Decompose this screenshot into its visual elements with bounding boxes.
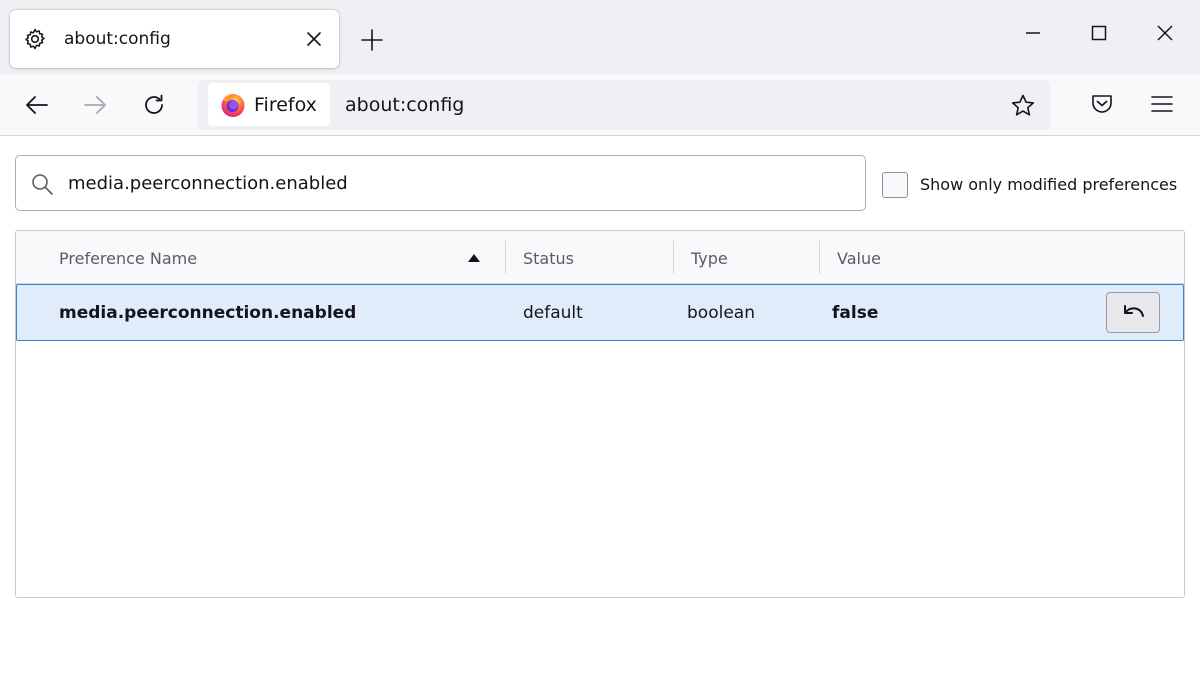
forward-arrow-icon[interactable] bbox=[81, 91, 109, 119]
column-header-value[interactable]: Value bbox=[837, 249, 881, 268]
column-separator[interactable] bbox=[673, 241, 674, 274]
tab-title: about:config bbox=[64, 29, 171, 49]
reload-icon[interactable] bbox=[140, 91, 168, 119]
new-tab-plus-icon[interactable] bbox=[360, 28, 384, 52]
table-header: Preference Name Status Type Value bbox=[16, 231, 1184, 284]
maximize-icon[interactable] bbox=[1086, 20, 1112, 46]
preference-search-box bbox=[15, 155, 866, 211]
search-input[interactable] bbox=[68, 164, 848, 202]
column-header-preference-name[interactable]: Preference Name bbox=[59, 249, 197, 268]
firefox-logo-icon bbox=[221, 94, 245, 117]
table-row[interactable]: media.peerconnection.enabled default boo… bbox=[16, 284, 1184, 341]
column-separator[interactable] bbox=[505, 241, 506, 274]
preferences-table: Preference Name Status Type Value media.… bbox=[15, 230, 1185, 598]
navigation-toolbar: Firefox about:config bbox=[0, 74, 1200, 136]
preference-name-cell: media.peerconnection.enabled bbox=[59, 303, 357, 323]
preference-value-cell[interactable]: false bbox=[832, 303, 878, 323]
reset-preference-button[interactable] bbox=[1106, 292, 1160, 333]
column-header-type[interactable]: Type bbox=[691, 249, 728, 268]
identity-box[interactable]: Firefox bbox=[208, 83, 330, 126]
preference-type-cell: boolean bbox=[687, 303, 755, 323]
tab-strip: about:config bbox=[0, 0, 1200, 74]
identity-label: Firefox bbox=[254, 94, 317, 116]
sort-ascending-icon bbox=[468, 254, 480, 262]
pocket-icon[interactable] bbox=[1089, 91, 1115, 117]
window-close-icon[interactable] bbox=[1152, 20, 1178, 46]
column-separator[interactable] bbox=[819, 241, 820, 274]
show-modified-checkbox[interactable] bbox=[882, 172, 908, 198]
minimize-icon[interactable] bbox=[1020, 20, 1046, 46]
undo-icon bbox=[1124, 305, 1144, 317]
gear-icon bbox=[25, 28, 45, 50]
close-tab-icon[interactable] bbox=[306, 31, 322, 47]
hamburger-menu-icon[interactable] bbox=[1149, 91, 1175, 117]
back-arrow-icon[interactable] bbox=[23, 91, 51, 119]
address-bar[interactable]: Firefox about:config bbox=[198, 80, 1050, 130]
tab-about-config[interactable]: about:config bbox=[10, 10, 339, 68]
preference-status-cell: default bbox=[523, 303, 583, 323]
show-modified-label[interactable]: Show only modified preferences bbox=[920, 175, 1177, 194]
url-text[interactable]: about:config bbox=[345, 94, 464, 116]
bookmark-star-icon[interactable] bbox=[1010, 93, 1036, 119]
column-header-status[interactable]: Status bbox=[523, 249, 574, 268]
search-icon bbox=[32, 174, 53, 195]
